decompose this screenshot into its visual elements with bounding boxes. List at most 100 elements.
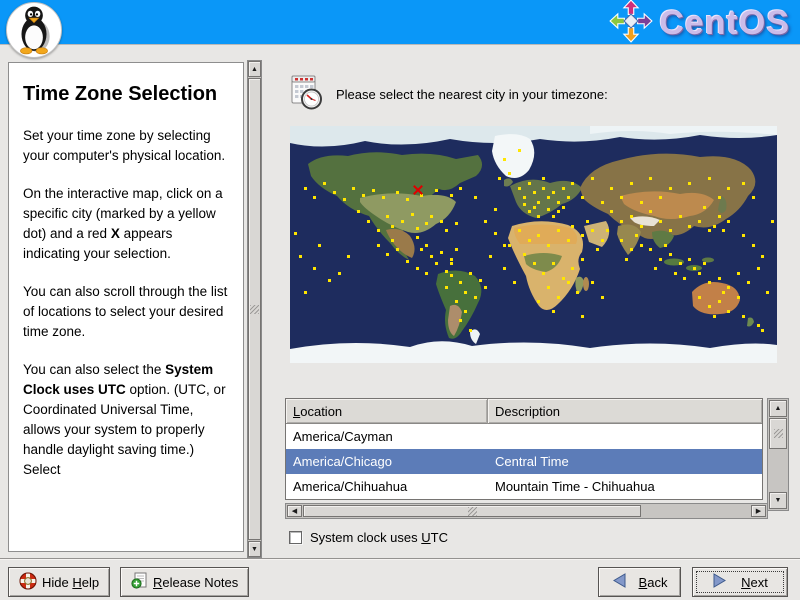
city-dot[interactable] (751, 243, 755, 247)
city-dot[interactable] (483, 286, 487, 290)
city-dot[interactable] (537, 200, 541, 204)
city-dot[interactable] (571, 224, 575, 228)
city-dot[interactable] (688, 181, 692, 185)
city-dot[interactable] (746, 281, 750, 285)
city-dot[interactable] (663, 243, 667, 247)
city-dot[interactable] (698, 271, 702, 275)
city-dot[interactable] (712, 314, 716, 318)
city-dot[interactable] (318, 243, 322, 247)
city-dot[interactable] (586, 219, 590, 223)
city-dot[interactable] (727, 186, 731, 190)
city-dot[interactable] (761, 328, 765, 332)
city-dot[interactable] (527, 238, 531, 242)
city-dot[interactable] (366, 219, 370, 223)
city-dot[interactable] (459, 319, 463, 323)
city-dot[interactable] (668, 229, 672, 233)
city-dot[interactable] (556, 229, 560, 233)
city-dot[interactable] (634, 234, 638, 238)
city-dot[interactable] (464, 290, 468, 294)
selected-city-marker[interactable] (413, 185, 423, 195)
city-dot[interactable] (741, 181, 745, 185)
city-dot[interactable] (386, 215, 390, 219)
hide-help-button[interactable]: Hide Help (8, 567, 111, 597)
city-dot[interactable] (478, 279, 482, 283)
city-dot[interactable] (532, 262, 536, 266)
city-dot[interactable] (444, 269, 448, 273)
city-dot[interactable] (717, 196, 721, 200)
release-notes-button[interactable]: Release Notes (120, 567, 250, 597)
column-header-location[interactable]: Location (286, 399, 488, 424)
city-dot[interactable] (313, 267, 317, 271)
scroll-down-button[interactable]: ▼ (769, 492, 787, 509)
city-dot[interactable] (566, 281, 570, 285)
table-row[interactable]: America/Chihuahua Mountain Time - Chihuah… (286, 474, 762, 499)
city-dot[interactable] (702, 205, 706, 209)
city-dot[interactable] (707, 177, 711, 181)
city-dot[interactable] (449, 274, 453, 278)
city-dot[interactable] (522, 203, 526, 207)
table-row[interactable]: America/Cayman (286, 424, 762, 449)
city-dot[interactable] (542, 177, 546, 181)
city-dot[interactable] (566, 196, 570, 200)
city-dot[interactable] (444, 286, 448, 290)
table-row[interactable]: America/Chicago Central Time (286, 449, 762, 474)
city-dot[interactable] (625, 257, 629, 261)
city-dot[interactable] (503, 267, 507, 271)
city-dot[interactable] (396, 248, 400, 252)
city-dot[interactable] (415, 236, 419, 240)
city-dot[interactable] (678, 262, 682, 266)
city-dot[interactable] (396, 191, 400, 195)
city-dot[interactable] (464, 309, 468, 313)
city-dot[interactable] (454, 248, 458, 252)
city-dot[interactable] (498, 177, 502, 181)
city-dot[interactable] (303, 186, 307, 190)
city-dot[interactable] (600, 295, 604, 299)
city-dot[interactable] (561, 186, 565, 190)
city-dot[interactable] (698, 295, 702, 299)
city-dot[interactable] (722, 290, 726, 294)
city-dot[interactable] (620, 238, 624, 242)
city-dot[interactable] (547, 243, 551, 247)
city-dot[interactable] (362, 193, 366, 197)
city-dot[interactable] (332, 191, 336, 195)
city-dot[interactable] (654, 267, 658, 271)
city-dot[interactable] (571, 267, 575, 271)
city-dot[interactable] (551, 191, 555, 195)
city-dot[interactable] (517, 148, 521, 152)
city-dot[interactable] (513, 281, 517, 285)
city-dot[interactable] (629, 181, 633, 185)
city-dot[interactable] (571, 181, 575, 185)
city-dot[interactable] (561, 205, 565, 209)
city-dot[interactable] (756, 324, 760, 328)
city-dot[interactable] (722, 229, 726, 233)
scrollbar-thumb[interactable] (303, 505, 641, 517)
city-dot[interactable] (415, 226, 419, 230)
city-dot[interactable] (303, 290, 307, 294)
city-dot[interactable] (717, 300, 721, 304)
city-dot[interactable] (649, 177, 653, 181)
city-dot[interactable] (751, 196, 755, 200)
city-dot[interactable] (323, 181, 327, 185)
timezone-map[interactable] (290, 126, 777, 363)
city-dot[interactable] (668, 252, 672, 256)
city-dot[interactable] (556, 200, 560, 204)
city-dot[interactable] (508, 243, 512, 247)
city-dot[interactable] (668, 186, 672, 190)
city-dot[interactable] (707, 229, 711, 233)
city-dot[interactable] (376, 243, 380, 247)
city-dot[interactable] (352, 186, 356, 190)
city-dot[interactable] (542, 271, 546, 275)
city-dot[interactable] (702, 262, 706, 266)
city-dot[interactable] (376, 229, 380, 233)
city-dot[interactable] (737, 295, 741, 299)
city-dot[interactable] (537, 215, 541, 219)
city-dot[interactable] (488, 255, 492, 259)
city-dot[interactable] (425, 243, 429, 247)
next-button[interactable]: Next (692, 567, 788, 597)
city-dot[interactable] (590, 177, 594, 181)
city-dot[interactable] (503, 158, 507, 162)
city-dot[interactable] (391, 224, 395, 228)
city-dot[interactable] (639, 200, 643, 204)
city-dot[interactable] (493, 207, 497, 211)
city-dot[interactable] (435, 188, 439, 192)
